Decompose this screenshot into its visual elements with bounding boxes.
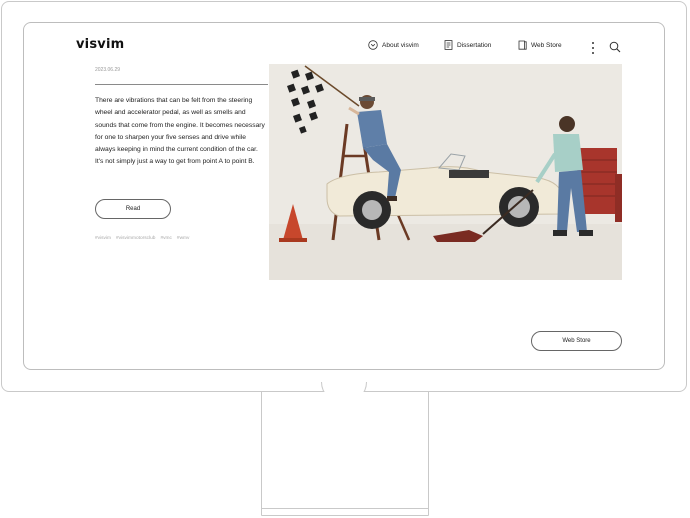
nav-web-store-label: Web Store <box>531 41 562 49</box>
tag-link[interactable]: #visvim <box>95 236 111 241</box>
nav-web-store[interactable]: Web Store <box>518 40 562 50</box>
nav-dissertation-label: Dissertation <box>457 41 492 49</box>
hero-photo <box>269 64 622 280</box>
document-icon <box>444 40 453 50</box>
article-body: There are vibrations that can be felt fr… <box>95 97 265 166</box>
tag-list: #visvim #visvimmotorsclub #vmc #wmv <box>95 236 189 241</box>
nav-dissertation[interactable]: Dissertation <box>444 40 491 50</box>
tag-link[interactable]: #vmc <box>160 236 171 241</box>
logo[interactable]: visvim <box>76 37 124 52</box>
nav-about-label: About visvim <box>382 41 419 49</box>
tag-link[interactable]: #wmv <box>177 236 190 241</box>
monitor-stand-foot <box>261 508 429 516</box>
circle-chevron-down-icon <box>368 40 378 50</box>
book-icon <box>518 40 527 50</box>
screen: visvim About visvim Dissertation Web Sto… <box>23 22 665 370</box>
divider <box>95 84 268 85</box>
tag-link[interactable]: #visvimmotorsclub <box>116 236 155 241</box>
monitor-stand <box>261 392 429 510</box>
search-icon[interactable] <box>609 40 621 58</box>
more-menu-icon[interactable] <box>590 42 596 54</box>
read-button[interactable]: Read <box>95 199 171 219</box>
web-store-button[interactable]: Web Store <box>531 331 622 351</box>
article-date: 2023.06.29 <box>95 67 121 73</box>
nav-about-visvim[interactable]: About visvim <box>368 40 419 50</box>
